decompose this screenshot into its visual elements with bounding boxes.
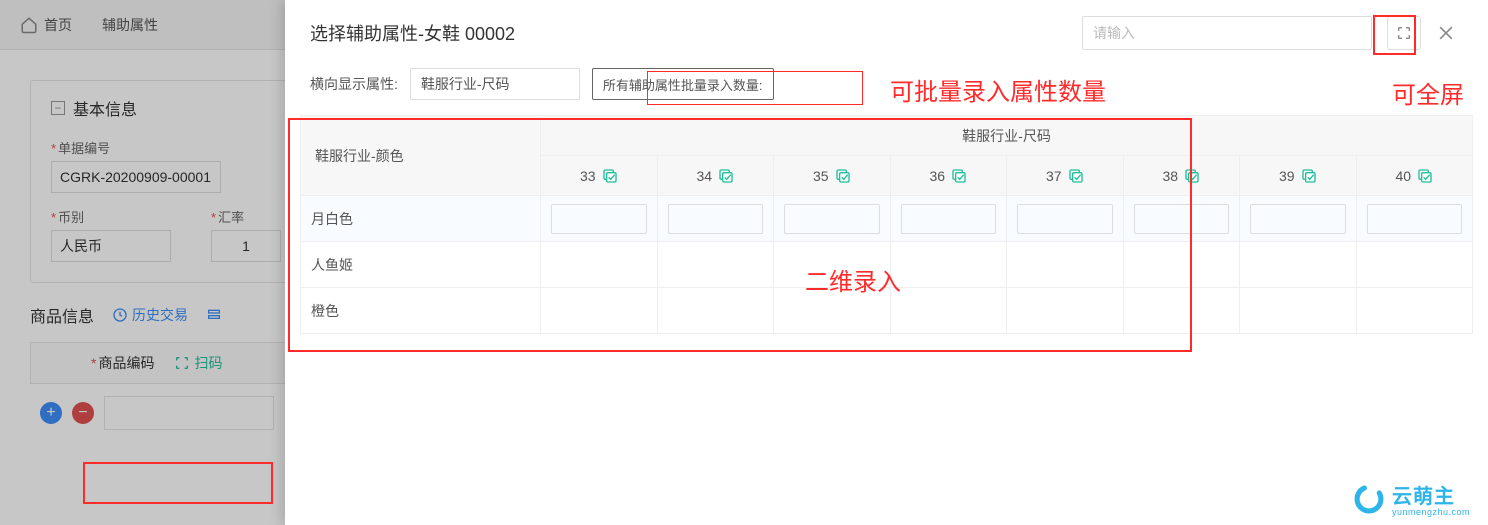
qty-cell[interactable] [1356,288,1473,334]
qty-input[interactable] [901,204,997,234]
qty-cell[interactable] [1240,288,1357,334]
color-cell: 橙色 [301,288,541,334]
color-cell: 人鱼姬 [301,242,541,288]
size-col-34[interactable]: 34 [657,156,774,196]
batch-entry-label[interactable]: 所有辅助属性批量录入数量: [592,68,774,100]
qty-cell[interactable] [1240,196,1357,242]
logo-icon [1352,482,1386,516]
qty-cell[interactable] [890,196,1007,242]
size-col-38[interactable]: 38 [1123,156,1240,196]
horiz-select-value: 鞋服行业-尺码 [421,74,510,94]
qty-input[interactable] [668,204,764,234]
logo-text: 云萌主 [1392,480,1470,509]
size-col-36[interactable]: 36 [890,156,1007,196]
color-cell: 月白色 [301,196,541,242]
horiz-label: 横向显示属性: [310,74,398,94]
qty-cell[interactable] [657,242,774,288]
qty-cell[interactable] [541,196,658,242]
annot-grid: 二维录入 [805,262,901,297]
qty-cell[interactable] [1240,242,1357,288]
horiz-select[interactable]: 鞋服行业-尺码 [410,68,580,100]
check-icon [835,168,851,184]
check-icon [1068,168,1084,184]
qty-cell[interactable] [1007,288,1124,334]
attr-grid: 鞋服行业-颜色 鞋服行业-尺码 3334353637383940 月白色人鱼姬橙… [300,115,1473,334]
annot-batch: 可批量录入属性数量 [890,72,1106,107]
qty-cell[interactable] [774,196,891,242]
size-col-33[interactable]: 33 [541,156,658,196]
fullscreen-button[interactable] [1387,16,1421,50]
size-col-39[interactable]: 39 [1240,156,1357,196]
row-attr-header: 鞋服行业-颜色 [301,116,541,196]
check-icon [1417,168,1433,184]
close-button[interactable] [1429,16,1463,50]
qty-cell[interactable] [1356,196,1473,242]
size-col-35[interactable]: 35 [774,156,891,196]
check-icon [718,168,734,184]
qty-cell[interactable] [890,242,1007,288]
size-col-37[interactable]: 37 [1007,156,1124,196]
qty-input[interactable] [1134,204,1230,234]
close-icon [1436,23,1456,43]
qty-cell[interactable] [1123,242,1240,288]
qty-cell[interactable] [1356,242,1473,288]
check-icon [602,168,618,184]
check-icon [951,168,967,184]
qty-input[interactable] [1017,204,1113,234]
col-group-header: 鞋服行业-尺码 [541,116,1473,156]
size-col-40[interactable]: 40 [1356,156,1473,196]
qty-cell[interactable] [657,288,774,334]
qty-input[interactable] [784,204,880,234]
modal-title: 选择辅助属性-女鞋 00002 [310,20,1082,46]
search-input[interactable]: 请输入 [1082,16,1372,50]
qty-cell[interactable] [1007,196,1124,242]
qty-cell[interactable] [1123,288,1240,334]
check-icon [1184,168,1200,184]
check-icon [1301,168,1317,184]
qty-cell[interactable] [1123,196,1240,242]
qty-input[interactable] [1367,204,1463,234]
qty-cell[interactable] [1007,242,1124,288]
qty-cell[interactable] [890,288,1007,334]
qty-input[interactable] [1250,204,1346,234]
expand-icon [1396,25,1412,41]
qty-cell[interactable] [657,196,774,242]
brand-logo: 云萌主 yunmengzhu.com [1352,480,1470,517]
table-row: 月白色 [301,196,1473,242]
qty-cell[interactable] [541,242,658,288]
qty-input[interactable] [551,204,647,234]
annot-fullscreen: 可全屏 [1392,75,1464,110]
qty-cell[interactable] [541,288,658,334]
logo-url: yunmengzhu.com [1392,507,1470,517]
